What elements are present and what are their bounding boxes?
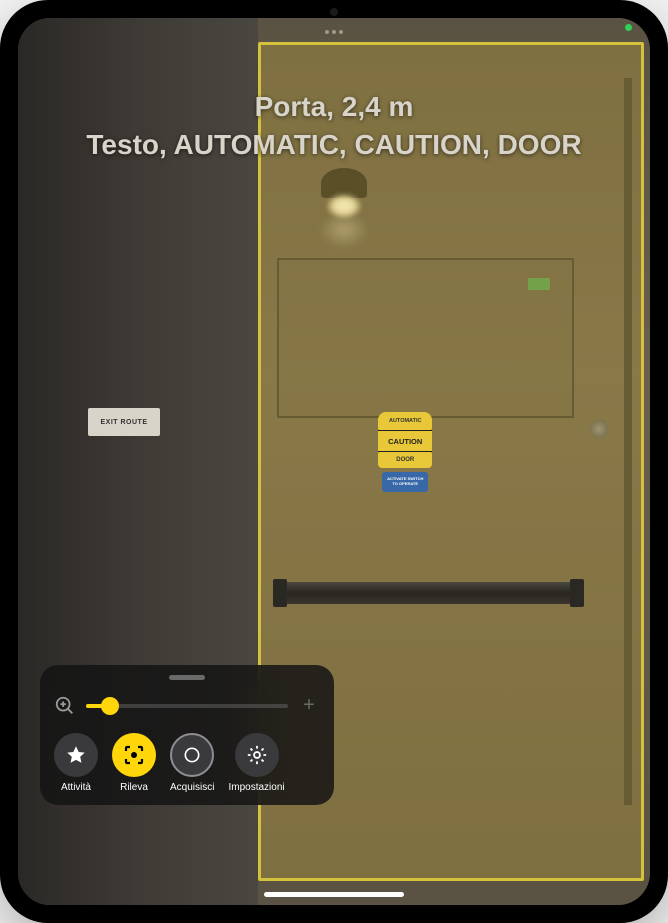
activities-label: Attività [61, 782, 91, 793]
home-indicator[interactable] [264, 892, 404, 897]
detection-line-2: Testo, AUTOMATIC, CAUTION, DOOR [48, 126, 620, 164]
caution-automatic: AUTOMATIC [378, 412, 432, 430]
ipad-frame: EXIT ROUTE AUTOMATIC CAUTION DOOR ACTIVA… [0, 0, 668, 923]
panel-buttons: Attività Rileva [54, 733, 320, 793]
activities-button[interactable]: Attività [54, 733, 98, 793]
detect-icon [112, 733, 156, 777]
front-camera [330, 8, 338, 16]
detection-line-1: Porta, 2,4 m [48, 88, 620, 126]
exit-route-text: EXIT ROUTE [100, 419, 147, 426]
caution-instructions: ACTIVATE SWITCH TO OPERATE [382, 472, 428, 492]
screen: EXIT ROUTE AUTOMATIC CAUTION DOOR ACTIVA… [18, 18, 650, 905]
detect-label: Rileva [120, 782, 148, 793]
caution-caution: CAUTION [378, 430, 432, 452]
zoom-slider[interactable] [86, 704, 288, 708]
gear-icon [235, 733, 279, 777]
star-icon [54, 733, 98, 777]
zoom-in-icon[interactable]: + [298, 694, 320, 717]
capture-button[interactable]: Acquisisci [170, 733, 214, 793]
camera-privacy-indicator-icon [625, 24, 632, 31]
control-panel: + Attività [40, 665, 334, 805]
scene-push-bar [277, 582, 580, 604]
caution-blue-line2: TO OPERATE [392, 482, 418, 487]
status-bar [625, 24, 632, 31]
panel-drag-handle[interactable] [169, 675, 205, 680]
zoom-controls: + [54, 694, 320, 717]
caution-door: DOOR [378, 452, 432, 468]
zoom-out-icon[interactable] [54, 695, 76, 717]
zoom-slider-thumb[interactable] [101, 697, 119, 715]
multitask-indicator[interactable] [325, 30, 343, 34]
exit-route-sign: EXIT ROUTE [88, 408, 160, 436]
detection-overlay: Porta, 2,4 m Testo, AUTOMATIC, CAUTION, … [18, 88, 650, 164]
settings-label: Impostazioni [228, 782, 284, 793]
settings-button[interactable]: Impostazioni [228, 733, 284, 793]
detect-button[interactable]: Rileva [112, 733, 156, 793]
capture-label: Acquisisci [170, 782, 214, 793]
caution-sign: AUTOMATIC CAUTION DOOR ACTIVATE SWITCH T… [378, 412, 432, 502]
capture-icon [170, 733, 214, 777]
